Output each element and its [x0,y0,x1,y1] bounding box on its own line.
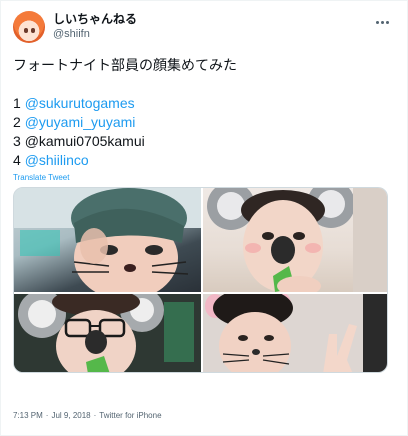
tweet-card[interactable]: しいちゃんねる @shiifn フォートナイト部員の顔集めてみた 1 @suku… [0,0,408,436]
user-handle[interactable]: @shiifn [53,27,137,42]
tweet-time[interactable]: 7:13 PM [13,411,43,420]
mention-link[interactable]: @yuyami_yuyami [25,114,136,130]
mention-link[interactable]: @sukurutogames [25,95,135,111]
user-names: しいちゃんねる @shiifn [53,12,137,42]
avatar-eye-right [31,28,35,33]
separator: · [93,411,97,420]
more-horizontal-icon [375,20,379,24]
photo-1-illustration [14,188,201,292]
list-item: 1 @sukurutogames [13,94,395,113]
list-number: 2 [13,114,21,130]
media-grid [13,187,388,373]
display-name[interactable]: しいちゃんねる [53,12,137,27]
more-horizontal-icon-dot [380,20,384,24]
photo-4[interactable] [203,294,387,372]
tweet-date[interactable]: Jul 9, 2018 [51,411,90,420]
mention-link[interactable]: @shiilinco [25,152,89,168]
list-number: 3 [13,133,21,149]
avatar-eye-left [24,28,28,33]
tweet-timestamp: 7:13 PM · Jul 9, 2018 · Twitter for iPhone [13,411,162,420]
separator: · [45,411,49,420]
photo-2[interactable] [203,188,387,292]
list-item: 4 @shiilinco [13,151,395,170]
photo-3-illustration [14,294,201,372]
photo-1[interactable] [14,188,201,292]
translate-tweet-link[interactable]: Translate Tweet [13,173,69,182]
photo-3[interactable] [14,294,201,372]
more-options-button[interactable] [371,13,393,31]
list-number: 4 [13,152,21,168]
tweet-header: しいちゃんねる @shiifn [13,11,395,47]
list-number: 1 [13,95,21,111]
more-horizontal-icon-dot [385,20,389,24]
tweet-text: フォートナイト部員の顔集めてみた 1 @sukurutogames 2 @yuy… [13,56,395,170]
photo-2-illustration [207,188,387,292]
tweet-intro: フォートナイト部員の顔集めてみた [13,57,237,73]
list-item: 2 @yuyami_yuyami [13,113,395,132]
avatar[interactable] [13,11,45,43]
list-item: 3 @kamui0705kamui [13,132,395,151]
mention-text: @kamui0705kamui [24,133,145,149]
tweet-source: Twitter for iPhone [99,411,162,420]
photo-4-illustration [203,294,387,372]
